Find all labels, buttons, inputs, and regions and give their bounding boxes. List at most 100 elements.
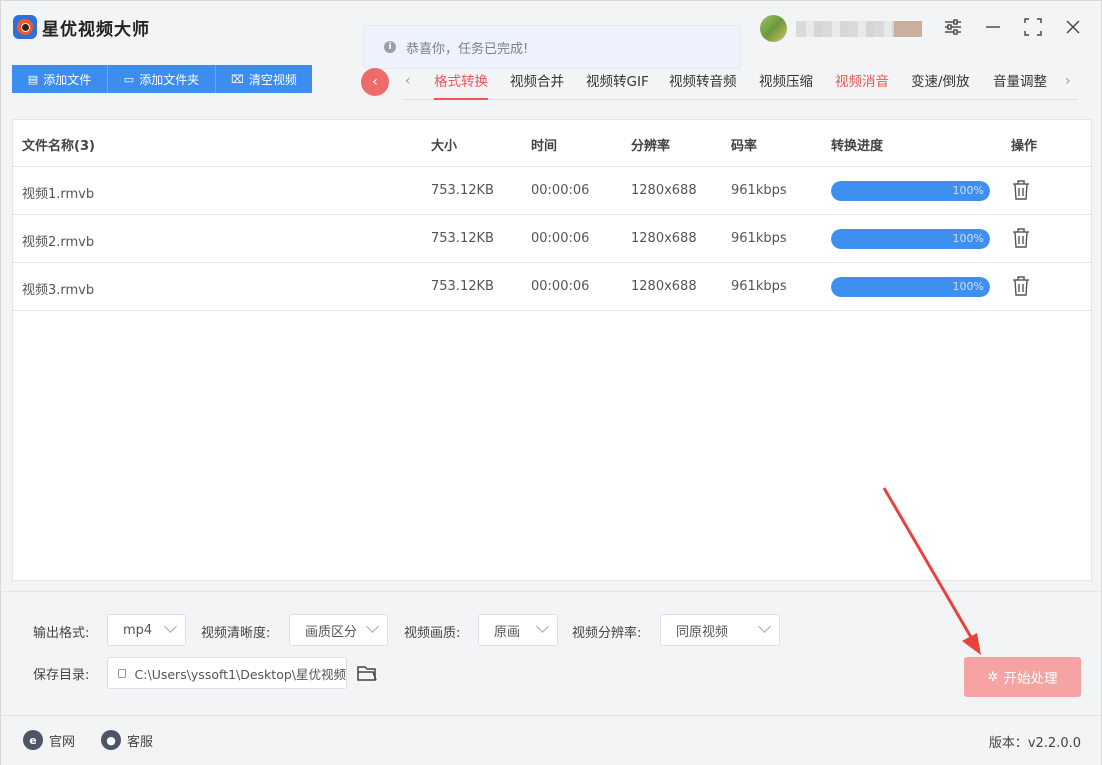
col-size: 大小 bbox=[431, 139, 458, 154]
folder-outline-icon bbox=[118, 668, 126, 678]
website-label: 官网 bbox=[49, 734, 76, 750]
website-link[interactable]: e 官网 bbox=[23, 730, 75, 750]
app-title: 星优视频大师 bbox=[42, 20, 150, 40]
tab-format-convert[interactable]: 格式转换 bbox=[434, 70, 488, 100]
file-name: 视频1.rmvb bbox=[22, 187, 95, 202]
app-logo-icon bbox=[13, 15, 37, 39]
delete-icon[interactable] bbox=[1011, 179, 1031, 201]
col-time: 时间 bbox=[531, 139, 558, 154]
file-size: 753.12KB bbox=[431, 231, 494, 246]
clarity-select[interactable]: 画质区分 bbox=[289, 614, 388, 646]
tab-video-mute[interactable]: 视频消音 bbox=[835, 70, 889, 90]
quality-value: 原画 bbox=[494, 624, 521, 640]
tab-scroll-right-icon[interactable]: › bbox=[1065, 73, 1071, 89]
browse-folder-icon[interactable] bbox=[357, 664, 377, 682]
save-path-input[interactable]: C:\Users\yssoft1\Desktop\星优视频 bbox=[107, 657, 347, 689]
progress-bar: 100% bbox=[831, 277, 990, 297]
delete-icon[interactable] bbox=[1011, 227, 1031, 249]
tab-video-compress[interactable]: 视频压缩 bbox=[759, 70, 813, 90]
col-bitrate: 码率 bbox=[731, 139, 758, 154]
file-name: 视频3.rmvb bbox=[22, 283, 95, 298]
service-link[interactable]: ● 客服 bbox=[101, 730, 153, 750]
file-size: 753.12KB bbox=[431, 183, 494, 198]
minimize-icon[interactable] bbox=[981, 15, 1005, 39]
annotation-arrow-icon bbox=[882, 487, 981, 655]
success-toast: i 恭喜你，任务已完成! bbox=[363, 25, 741, 69]
add-folder-button[interactable]: ▭ 添加文件夹 bbox=[108, 65, 216, 93]
back-circle-button[interactable]: ‹ bbox=[361, 68, 389, 96]
file-duration: 00:00:06 bbox=[531, 279, 590, 294]
service-label: 客服 bbox=[127, 734, 154, 750]
file-bitrate: 961kbps bbox=[731, 279, 787, 294]
start-label: 开始处理 bbox=[1003, 671, 1058, 687]
browser-e-icon: e bbox=[23, 730, 43, 750]
spinner-icon: ✲ bbox=[987, 669, 999, 685]
file-icon: ▤ bbox=[27, 72, 39, 86]
tab-video-to-audio[interactable]: 视频转音频 bbox=[669, 70, 737, 90]
chevron-down-icon bbox=[758, 620, 771, 633]
start-processing-button[interactable]: ✲ 开始处理 bbox=[964, 657, 1081, 697]
chat-bubble-icon: ● bbox=[101, 730, 121, 750]
file-toolbar: ▤ 添加文件 ▭ 添加文件夹 ⌧ 清空视频 bbox=[12, 65, 312, 93]
tab-volume-adjust[interactable]: 音量调整 bbox=[993, 70, 1047, 90]
col-name: 文件名称(3) bbox=[22, 139, 95, 154]
format-label: 输出格式: bbox=[33, 626, 90, 641]
file-bitrate: 961kbps bbox=[731, 183, 787, 198]
progress-bar: 100% bbox=[831, 229, 990, 249]
format-select[interactable]: mp4 bbox=[107, 614, 186, 646]
tab-speed-reverse[interactable]: 变速/倒放 bbox=[911, 70, 970, 90]
file-resolution: 1280x688 bbox=[631, 231, 697, 246]
tab-video-merge[interactable]: 视频合并 bbox=[510, 70, 564, 90]
progress-text: 100% bbox=[952, 280, 984, 293]
save-dir-label: 保存目录: bbox=[33, 668, 90, 683]
maximize-icon[interactable] bbox=[1021, 15, 1045, 39]
trash-icon: ⌧ bbox=[231, 72, 244, 86]
chevron-down-icon bbox=[536, 620, 549, 633]
resolution-select[interactable]: 同原视频 bbox=[660, 614, 780, 646]
format-value: mp4 bbox=[123, 622, 153, 638]
tab-video-to-gif[interactable]: 视频转GIF bbox=[586, 70, 649, 90]
resolution-value: 同原视频 bbox=[676, 624, 729, 640]
clarity-value: 画质区分 bbox=[305, 624, 358, 640]
file-resolution: 1280x688 bbox=[631, 279, 697, 294]
col-action: 操作 bbox=[1011, 139, 1038, 154]
file-size: 753.12KB bbox=[431, 279, 494, 294]
clarity-label: 视频清晰度: bbox=[201, 626, 271, 641]
status-bar: e 官网 ● 客服 版本：v2.2.0.0 bbox=[1, 715, 1101, 765]
function-tabs: ‹ 格式转换 视频合并 视频转GIF 视频转音频 视频压缩 视频消音 变速/倒放… bbox=[403, 65, 1078, 100]
user-avatar[interactable] bbox=[760, 15, 787, 42]
col-progress: 转换进度 bbox=[831, 139, 884, 154]
delete-icon[interactable] bbox=[1011, 275, 1031, 297]
username-blurred bbox=[796, 21, 922, 37]
add-file-label: 添加文件 bbox=[43, 72, 92, 87]
close-icon[interactable] bbox=[1061, 15, 1085, 39]
file-resolution: 1280x688 bbox=[631, 183, 697, 198]
folder-icon: ▭ bbox=[123, 72, 135, 86]
resolution-label: 视频分辨率: bbox=[572, 626, 642, 641]
table-header: 文件名称(3) 大小 时间 分辨率 码率 转换进度 操作 bbox=[13, 120, 1091, 167]
add-folder-label: 添加文件夹 bbox=[139, 72, 200, 87]
chevron-down-icon bbox=[164, 620, 177, 633]
settings-sliders-icon[interactable] bbox=[941, 15, 965, 39]
app-window: 星优视频大师 i 恭喜你，任务已完成! ▤ 添加文件 ▭ 添加文件夹 ⌧ 清空视… bbox=[0, 0, 1102, 765]
progress-text: 100% bbox=[952, 232, 984, 245]
progress-bar: 100% bbox=[831, 181, 990, 201]
save-path-value: C:\Users\yssoft1\Desktop\星优视频 bbox=[134, 666, 346, 682]
quality-label: 视频画质: bbox=[404, 626, 461, 641]
clear-videos-button[interactable]: ⌧ 清空视频 bbox=[216, 65, 312, 93]
progress-text: 100% bbox=[952, 184, 984, 197]
table-row[interactable]: 视频3.rmvb 753.12KB 00:00:06 1280x688 961k… bbox=[13, 263, 1091, 311]
toast-message: 恭喜你，任务已完成! bbox=[406, 41, 529, 57]
table-row[interactable]: 视频1.rmvb 753.12KB 00:00:06 1280x688 961k… bbox=[13, 167, 1091, 215]
file-duration: 00:00:06 bbox=[531, 231, 590, 246]
clear-videos-label: 清空视频 bbox=[248, 72, 297, 87]
add-file-button[interactable]: ▤ 添加文件 bbox=[12, 65, 108, 93]
file-duration: 00:00:06 bbox=[531, 183, 590, 198]
chevron-down-icon bbox=[366, 620, 379, 633]
col-resolution: 分辨率 bbox=[631, 139, 671, 154]
file-bitrate: 961kbps bbox=[731, 231, 787, 246]
quality-select[interactable]: 原画 bbox=[478, 614, 558, 646]
version-text: 版本：v2.2.0.0 bbox=[988, 736, 1081, 751]
tab-scroll-left-icon[interactable]: ‹ bbox=[405, 73, 411, 89]
table-row[interactable]: 视频2.rmvb 753.12KB 00:00:06 1280x688 961k… bbox=[13, 215, 1091, 263]
